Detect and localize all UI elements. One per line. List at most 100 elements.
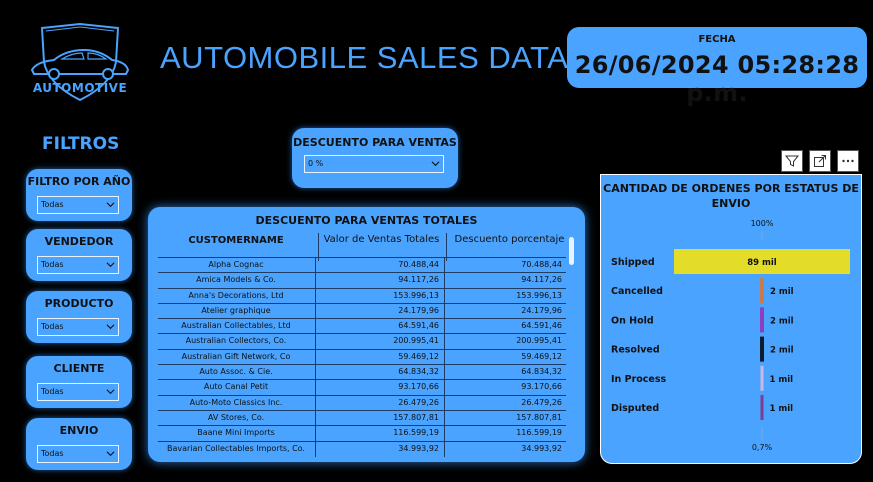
cell-total-sales: 26.479,26 (315, 395, 443, 411)
bar[interactable] (760, 395, 764, 420)
bar[interactable] (760, 307, 764, 333)
cell-discount: 157.807,81 (444, 410, 566, 426)
filter-card-client: CLIENTE Todas (26, 356, 132, 408)
bar[interactable] (760, 336, 764, 362)
table-row[interactable]: Australian Gift Network, Co 59.469,12 59.4… (158, 348, 566, 365)
cell-customer: Auto-Moto Classics Inc. (189, 397, 283, 407)
cell-discount: 94.117,26 (444, 273, 566, 289)
table-row[interactable]: Alpha Cognac 70.488,44 70.488,44 (158, 257, 566, 273)
more-options-button[interactable] (837, 150, 859, 172)
table-row[interactable]: Auto Assoc. & Cie. 64.834,32 64.834,32 (158, 364, 566, 381)
cell-discount: 24.179,96 (444, 303, 566, 319)
automotive-logo: AUTOMOTIVE (22, 22, 138, 104)
focus-mode-button[interactable] (809, 150, 831, 172)
cell-total-sales: 200.995,41 (315, 334, 443, 350)
cell-discount: 59.469,12 (444, 349, 566, 365)
cell-total-sales: 70.488,44 (315, 258, 443, 273)
table-row[interactable]: Anna's Decorations, Ltd 153.996,13 153.996… (158, 287, 566, 304)
discount-filter-card: DESCUENTO PARA VENTAS 0 % (292, 128, 458, 188)
data-label: 2 mil (770, 316, 794, 326)
cell-customer: Bavarian Collectables Imports, Co. (167, 443, 305, 453)
table-scrollbar[interactable] (569, 233, 575, 458)
shipping-dropdown[interactable]: Todas (37, 445, 119, 463)
category-label: Disputed (611, 403, 659, 414)
more-options-icon (842, 159, 854, 163)
table-row[interactable]: Bavarian Collectables Imports, Co. 34.993… (158, 440, 566, 457)
cell-discount: 93.170,66 (444, 380, 566, 396)
cell-total-sales: 157.807,81 (315, 410, 443, 426)
filter-label-year: FILTRO POR AÑO (27, 175, 131, 188)
shipping-status-chart-card: CANTIDAD DE ORDENES POR ESTATUS DE ENVIO… (600, 174, 862, 464)
data-label: 1 mil (770, 375, 794, 385)
cell-total-sales: 153.996,13 (315, 288, 443, 304)
cell-customer: Anna's Decorations, Ltd (188, 290, 284, 300)
cell-total-sales: 59.469,12 (315, 349, 443, 365)
data-label: 1 mil (770, 404, 794, 414)
cell-discount: 64.591,46 (444, 319, 566, 335)
discount-filter-label: DESCUENTO PARA VENTAS (293, 136, 457, 149)
filter-button[interactable] (781, 150, 803, 172)
cell-total-sales: 34.993,92 (315, 441, 443, 457)
table-row[interactable]: Amica Models & Co. 94.117,26 94.117,26 (158, 272, 566, 289)
cell-customer: Auto Assoc. & Cie. (199, 367, 273, 377)
table-row[interactable]: Auto-Moto Classics Inc. 26.479,26 26.479,2… (158, 394, 566, 411)
cell-customer: Amica Models & Co. (196, 275, 276, 285)
cell-total-sales: 64.591,46 (315, 319, 443, 335)
data-label: 2 mil (770, 346, 794, 356)
filter-card-year: FILTRO POR AÑO Todas (26, 169, 132, 221)
seller-dropdown-value: Todas (41, 260, 64, 269)
cell-total-sales: 94.117,26 (315, 273, 443, 289)
bar[interactable] (760, 365, 764, 391)
filter-card-product: PRODUCTO Todas (26, 291, 132, 343)
filter-card-shipping: ENVIO Todas (26, 418, 132, 470)
table-row[interactable]: Auto Canal Petit 93.170,66 93.170,66 (158, 379, 566, 396)
year-dropdown[interactable]: Todas (37, 196, 119, 214)
chevron-down-icon (106, 262, 115, 268)
table-row[interactable]: Baane Mini Imports 116.599,19 116.599,19 (158, 425, 566, 442)
table-body: Alpha Cognac 70.488,44 70.488,44 Amica Mode… (158, 257, 566, 457)
table-row[interactable]: Australian Collectors, Co. 200.995,41 200.… (158, 333, 566, 350)
data-label: 89 mil (747, 258, 777, 268)
bar[interactable] (760, 278, 764, 304)
seller-dropdown[interactable]: Todas (37, 256, 119, 274)
chevron-down-icon (106, 324, 115, 330)
discount-dropdown[interactable]: 0 % (304, 155, 444, 173)
product-dropdown[interactable]: Todas (37, 318, 119, 336)
chevron-down-icon (431, 161, 440, 167)
category-label: Cancelled (611, 286, 663, 297)
cell-discount: 34.993,92 (444, 441, 566, 457)
cell-total-sales: 64.834,32 (315, 365, 443, 381)
chevron-down-icon (106, 389, 115, 395)
table-row[interactable]: AV Stores, Co. 157.807,81 157.807,81 (158, 409, 566, 426)
category-label: On Hold (611, 315, 654, 326)
cell-customer: Australian Collectors, Co. (185, 336, 287, 346)
cell-discount: 70.488,44 (444, 258, 566, 273)
filters-title: FILTROS (42, 134, 120, 154)
logo-text: AUTOMOTIVE (32, 81, 128, 95)
client-dropdown[interactable]: Todas (37, 383, 119, 401)
data-label: 2 mil (770, 287, 794, 297)
cell-discount: 64.834,32 (444, 365, 566, 381)
table-row[interactable]: Australian Collectables, Ltd 64.591,46 64.… (158, 318, 566, 335)
cell-customer: Atelier graphique (201, 305, 271, 315)
scrollbar-thumb[interactable] (569, 237, 574, 265)
discount-dropdown-value: 0 % (308, 159, 324, 168)
category-label: Resolved (611, 345, 660, 356)
cell-discount: 200.995,41 (444, 334, 566, 350)
cell-customer: Australian Gift Network, Co (181, 351, 291, 361)
cell-total-sales: 24.179,96 (315, 303, 443, 319)
category-label: Shipped (611, 257, 655, 268)
date-label: FECHA (698, 34, 736, 45)
cell-customer: Auto Canal Petit (203, 382, 269, 392)
table-title: DESCUENTO PARA VENTAS TOTALES (255, 214, 478, 227)
table-row[interactable]: Atelier graphique 24.179,96 24.179,96 (158, 302, 566, 319)
filter-label-seller: VENDEDOR (44, 235, 114, 248)
chart-top-label: 100% (751, 219, 774, 228)
filter-label-shipping: ENVIO (59, 424, 99, 437)
shipping-dropdown-value: Todas (41, 449, 64, 458)
filter-label-product: PRODUCTO (44, 297, 114, 310)
cell-customer: Baane Mini Imports (197, 428, 275, 438)
page-title: AUTOMOBILE SALES DATA (160, 40, 569, 75)
chevron-down-icon (106, 451, 115, 457)
cell-discount: 153.996,13 (444, 288, 566, 304)
